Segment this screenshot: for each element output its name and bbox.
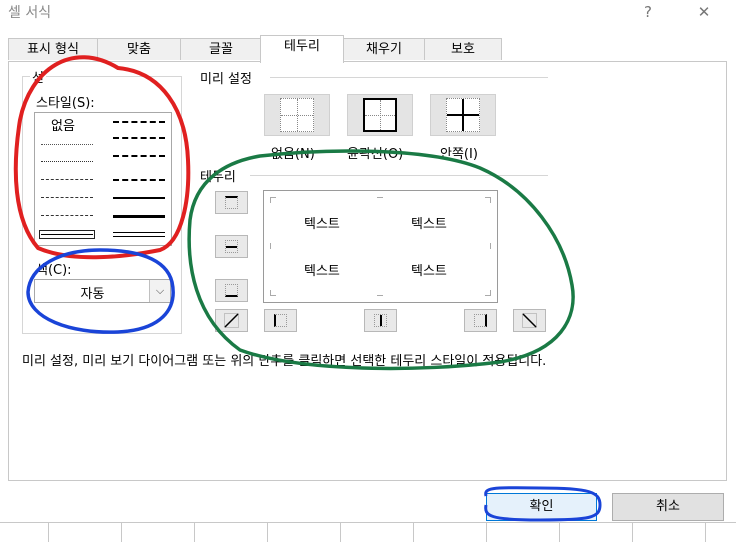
border-bottom-icon	[225, 284, 238, 297]
presets-divider	[270, 77, 548, 78]
info-text: 미리 설정, 미리 보기 다이어그램 또는 위의 단추를 클릭하면 선택한 테두…	[22, 354, 547, 369]
line-style-dash-dot-dot[interactable]	[41, 179, 93, 180]
tab-number-format[interactable]: 표시 형식	[8, 38, 98, 60]
line-style-none[interactable]: 없음	[51, 115, 75, 134]
line-style-dash-dot[interactable]	[41, 197, 93, 198]
style-label: 스타일(S):	[36, 96, 95, 111]
sheet-gridline	[194, 523, 195, 542]
border-middle-vertical-button[interactable]	[364, 309, 397, 332]
ok-button[interactable]: 확인	[486, 493, 597, 521]
preset-outline-button[interactable]	[347, 94, 413, 136]
close-icon[interactable]: ✕	[684, 0, 724, 24]
corner-mark	[485, 290, 491, 296]
no-border-icon	[280, 98, 314, 132]
sheet-gridline	[559, 523, 560, 542]
sheet-gridline	[705, 523, 706, 542]
window-title: 셀 서식	[8, 5, 52, 21]
border-bottom-button[interactable]	[215, 279, 248, 302]
diagonal-down-icon	[522, 313, 537, 328]
sheet-gridline	[267, 523, 268, 542]
corner-mark	[270, 290, 276, 296]
color-label: 색(C):	[36, 263, 72, 278]
tab-font[interactable]: 글꼴	[180, 38, 262, 60]
tab-alignment[interactable]: 맞춤	[97, 38, 181, 60]
border-preview[interactable]: 텍스트 텍스트 텍스트 텍스트	[263, 190, 498, 303]
preview-text-bottom-right: 텍스트	[411, 264, 447, 279]
line-style-list[interactable]: 없음	[34, 112, 172, 246]
inside-border-icon	[446, 98, 480, 132]
preset-inside-button[interactable]	[430, 94, 496, 136]
border-diagonal-up-button[interactable]	[215, 309, 248, 332]
center-mark	[377, 291, 383, 296]
border-top-button[interactable]	[215, 191, 248, 214]
border-middle-horizontal-icon	[225, 240, 238, 253]
diagonal-up-icon	[224, 313, 239, 328]
sheet-gridline	[48, 523, 49, 542]
line-style-dashed[interactable]	[41, 215, 93, 216]
sheet-gridline	[486, 523, 487, 542]
chevron-down-icon[interactable]: ⌵	[149, 280, 170, 302]
sheet-gridline	[121, 523, 122, 542]
sheet-gridline	[632, 523, 633, 542]
outline-border-icon	[363, 98, 397, 132]
line-style-slant-dash-dot[interactable]	[113, 137, 165, 139]
color-dropdown[interactable]: 자동 ⌵	[34, 279, 171, 303]
center-mark	[377, 197, 383, 202]
sheet-edge	[0, 522, 736, 523]
preview-text-bottom-left: 텍스트	[304, 264, 340, 279]
border-right-button[interactable]	[464, 309, 497, 332]
corner-mark	[485, 197, 491, 203]
preview-text-top-right: 텍스트	[411, 217, 447, 232]
line-style-medium-dashed[interactable]	[113, 179, 165, 181]
line-style-double[interactable]	[113, 232, 165, 237]
border-right-icon	[474, 314, 487, 327]
tab-border[interactable]: 테두리	[260, 35, 344, 63]
preset-inside-label: 안쪽(I)	[440, 147, 478, 162]
line-style-dotted[interactable]	[41, 161, 93, 162]
help-button[interactable]: ?	[628, 0, 668, 24]
corner-mark	[270, 197, 276, 203]
border-diagonal-down-button[interactable]	[513, 309, 546, 332]
line-style-hairline[interactable]	[41, 144, 93, 145]
line-style-thin	[41, 234, 93, 235]
line-style-thick[interactable]	[113, 215, 165, 218]
tab-protection[interactable]: 보호	[424, 38, 502, 60]
cancel-button[interactable]: 취소	[612, 493, 724, 521]
line-group-title: 선	[30, 67, 46, 86]
sheet-gridline	[340, 523, 341, 542]
border-divider	[250, 175, 548, 176]
sheet-gridline	[413, 523, 414, 542]
preset-outline-label: 윤곽선(O)	[347, 147, 404, 162]
line-style-medium[interactable]	[113, 197, 165, 199]
preset-none-button[interactable]	[264, 94, 330, 136]
color-value: 자동	[80, 287, 105, 302]
preset-none-label: 없음(N)	[271, 147, 315, 162]
preview-text-top-left: 텍스트	[304, 217, 340, 232]
border-middle-vertical-icon	[374, 314, 387, 327]
presets-title: 미리 설정	[200, 72, 252, 87]
line-style-medium-dash-dot[interactable]	[113, 155, 165, 157]
border-title: 테두리	[200, 170, 236, 185]
border-left-button[interactable]	[264, 309, 297, 332]
center-mark	[270, 243, 275, 249]
border-middle-horizontal-button[interactable]	[215, 235, 248, 258]
border-top-icon	[225, 196, 238, 209]
center-mark	[486, 243, 491, 249]
border-left-icon	[274, 314, 287, 327]
tab-fill[interactable]: 채우기	[343, 38, 425, 60]
line-style-medium-dash-dot-dot[interactable]	[113, 121, 165, 123]
